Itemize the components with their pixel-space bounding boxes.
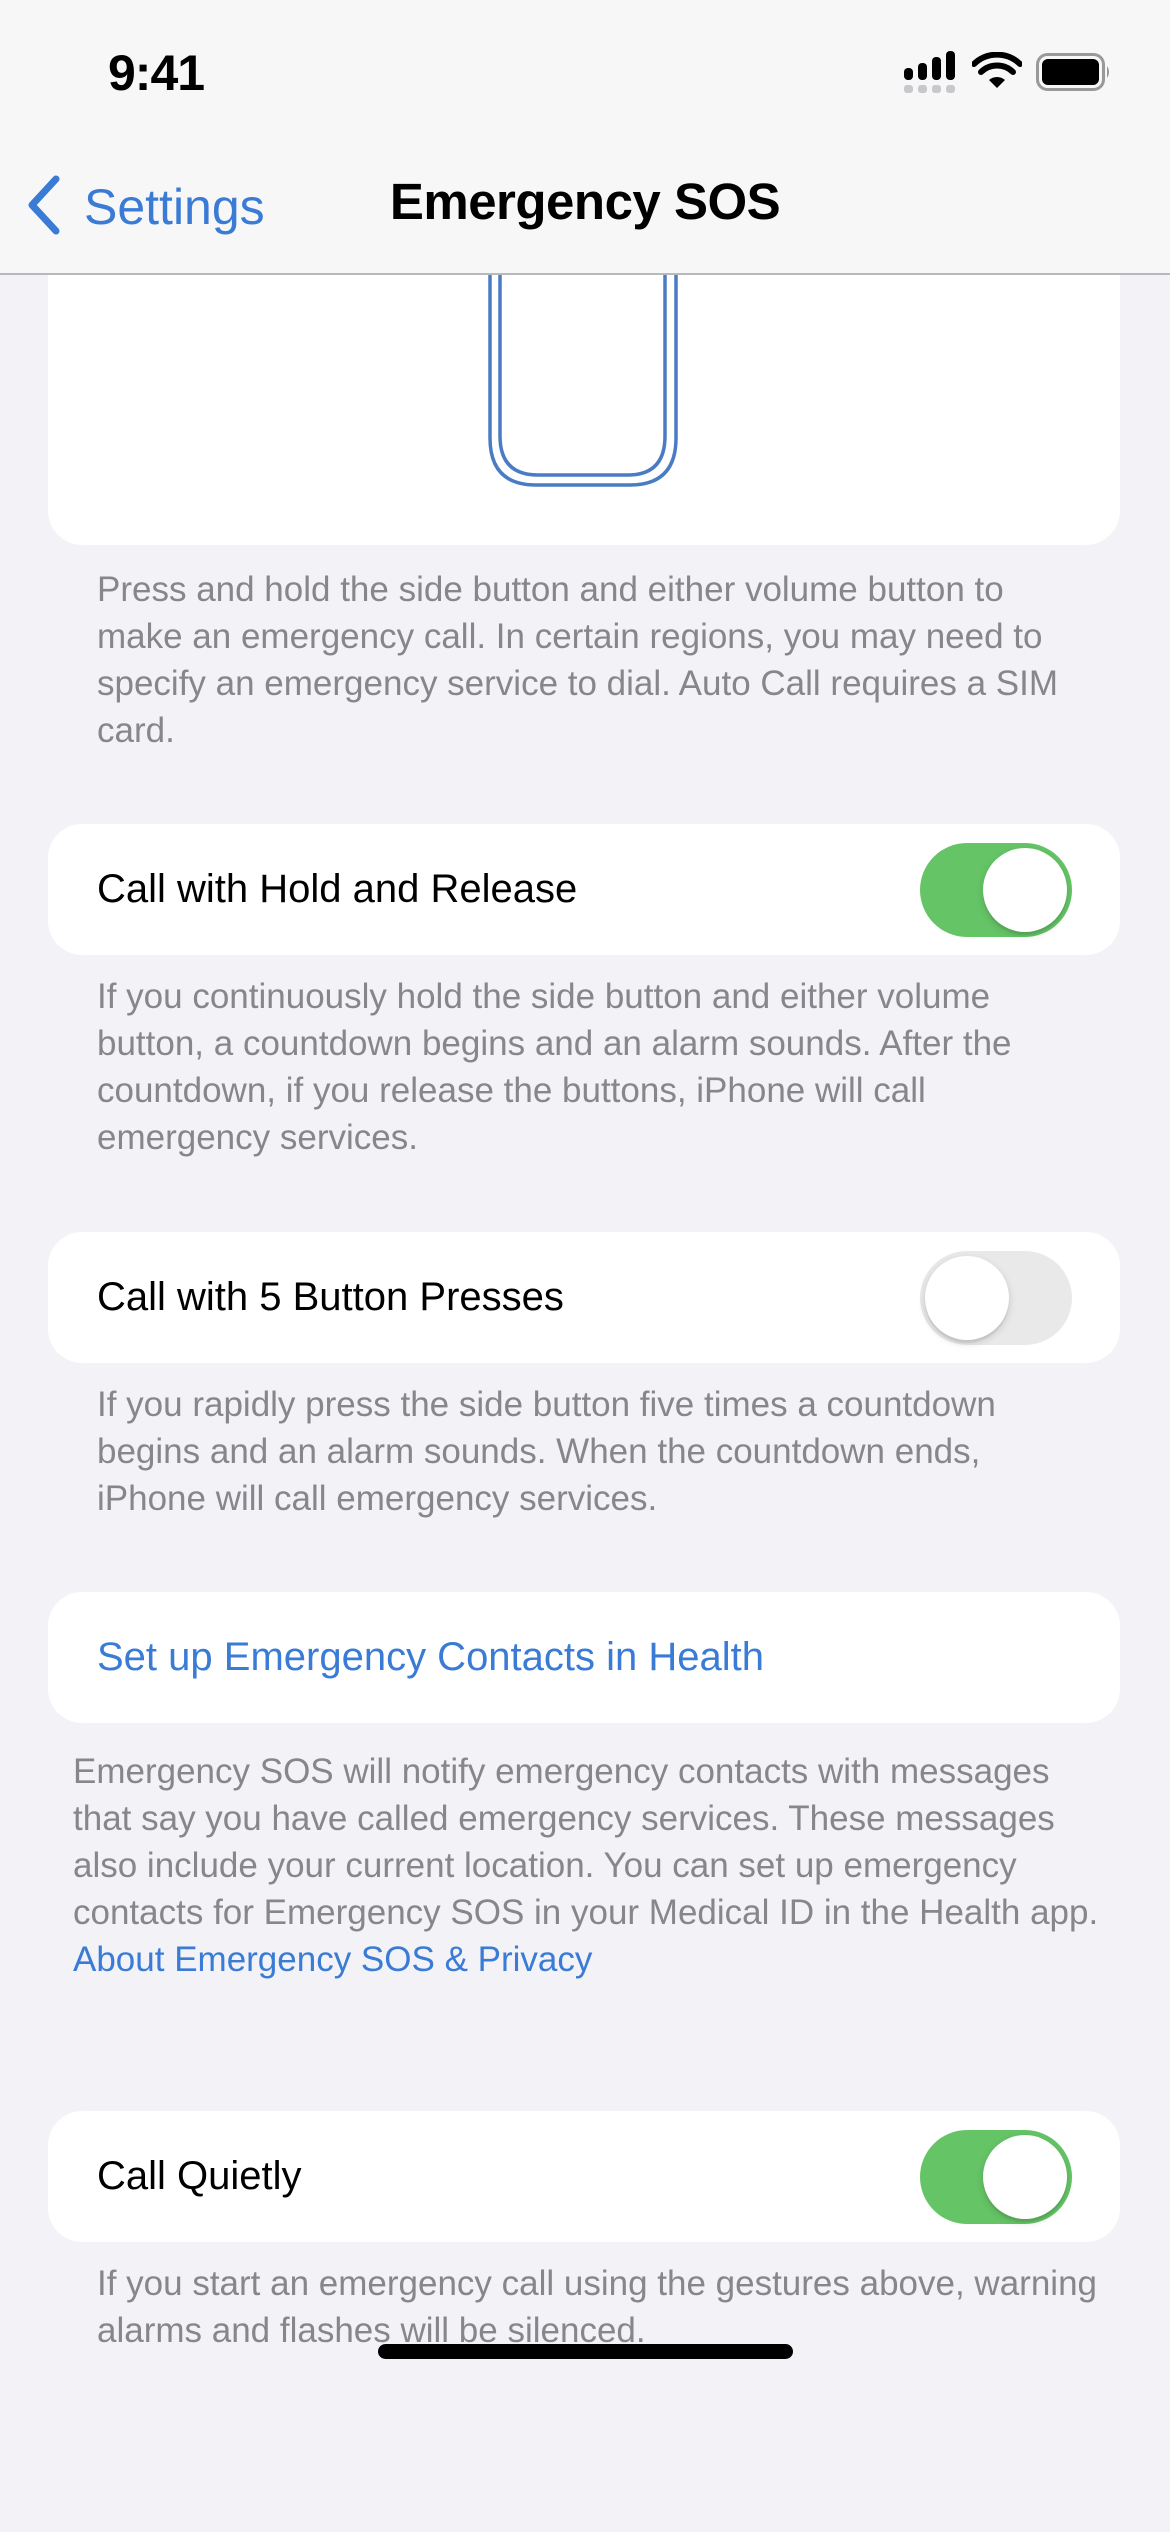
five-presses-footer: If you rapidly press the side button fiv… <box>97 1385 996 1518</box>
hold-release-footer: If you continuously hold the side button… <box>97 977 1012 1157</box>
battery-icon <box>1036 52 1112 96</box>
about-sos-privacy-link[interactable]: About Emergency SOS & Privacy <box>73 1936 1113 1983</box>
emergency-contacts-card: Set up Emergency Contacts in Health <box>48 1592 1120 1723</box>
hold-release-card: Call with Hold and Release <box>48 824 1120 955</box>
toggle-knob <box>925 1255 1009 1340</box>
emergency-contacts-row[interactable]: Set up Emergency Contacts in Health <box>48 1592 1120 1723</box>
five-presses-label: Call with 5 Button Presses <box>97 1275 564 1319</box>
wifi-icon <box>971 51 1023 97</box>
setup-emergency-contacts-link[interactable]: Set up Emergency Contacts in Health <box>97 1635 764 1680</box>
status-time: 9:41 <box>108 45 205 101</box>
toggle-knob <box>983 2134 1067 2219</box>
call-quietly-card: Call Quietly <box>48 2111 1120 2242</box>
emergency-contacts-footer: Emergency SOS will notify emergency cont… <box>73 1748 1113 1983</box>
hold-release-label: Call with Hold and Release <box>97 867 578 911</box>
status-icons <box>904 50 1112 99</box>
call-quietly-toggle[interactable] <box>920 2129 1072 2224</box>
side-button-footer: Press and hold the side button and eithe… <box>97 570 1058 750</box>
call-quietly-label: Call Quietly <box>97 2154 302 2198</box>
emergency-contacts-footer-text: Emergency SOS will notify emergency cont… <box>73 1752 1099 1932</box>
hold-release-toggle[interactable] <box>920 842 1072 937</box>
call-quietly-footer: If you start an emergency call using the… <box>97 2264 1097 2350</box>
call-quietly-row: Call Quietly <box>48 2111 1120 2242</box>
cellular-signal-icon <box>904 50 958 99</box>
five-presses-row: Call with 5 Button Presses <box>48 1232 1120 1363</box>
toggle-knob <box>983 847 1067 932</box>
navigation-bar: 9:41 Settings Emergency SOS <box>0 0 1170 275</box>
five-presses-card: Call with 5 Button Presses <box>48 1232 1120 1363</box>
home-indicator[interactable] <box>378 2344 793 2359</box>
page-title: Emergency SOS <box>389 173 781 230</box>
hold-release-row: Call with Hold and Release <box>48 824 1120 955</box>
five-presses-toggle[interactable] <box>920 1250 1072 1345</box>
